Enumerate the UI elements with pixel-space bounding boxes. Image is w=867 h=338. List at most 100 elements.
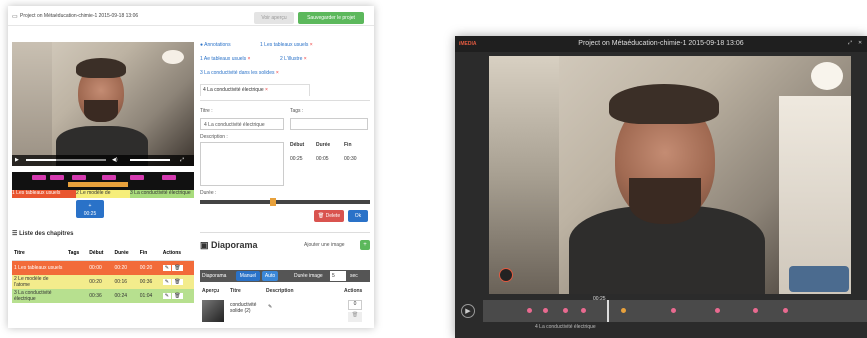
edit-icon[interactable]: ✎ [268, 304, 272, 310]
timeline-marker[interactable] [72, 175, 86, 180]
new-chapter-button[interactable]: +00:25 [76, 200, 104, 218]
window-region [779, 96, 851, 294]
fullscreen-icon[interactable]: ⤢ [180, 157, 184, 163]
preview-button[interactable]: Voir aperçu [254, 12, 294, 24]
col-fin: Fin [139, 250, 148, 256]
duration-label: Durée image [294, 273, 323, 279]
close-icon[interactable]: × [276, 70, 279, 76]
mode-manual-button[interactable]: Manuel [236, 271, 260, 281]
lamp [811, 62, 843, 90]
person-hair [76, 58, 126, 78]
chapter-dot-active[interactable] [621, 308, 626, 313]
row-tags [66, 289, 87, 303]
chair [789, 266, 849, 292]
duree-slider-label: Durée : [200, 190, 217, 196]
edit-icon[interactable]: ✎ [162, 279, 171, 285]
row-tags [66, 261, 87, 276]
col-description: Description [266, 288, 294, 294]
player-title: Project on Métaéducation-chimie-1 2015-0… [578, 40, 744, 47]
table-row[interactable]: 2 Le modèle de l'atome 00:20 00:16 00:36… [12, 275, 194, 289]
title-input[interactable]: 4 La conductivité électrique [200, 118, 284, 130]
chapter-band-2[interactable]: 2 Le modèle de [76, 190, 130, 198]
player-timeline-area: ▶ 00:25 4 La conductivité électrique [455, 296, 867, 338]
chapter-band-3[interactable]: 3 La conductivité électrique [130, 190, 194, 198]
seek-bar[interactable] [26, 159, 106, 161]
chapter-dot[interactable] [753, 308, 758, 313]
slide-remove-button[interactable]: 🗑 [348, 312, 362, 322]
chapter-dot[interactable] [783, 308, 788, 313]
ok-button[interactable]: Ok [348, 210, 368, 222]
chapter-dot[interactable] [715, 308, 720, 313]
timeline-marker[interactable] [50, 175, 64, 180]
timeline-marker[interactable] [162, 175, 176, 180]
chapter-timeline[interactable] [12, 172, 194, 190]
volume-slider[interactable] [130, 159, 170, 161]
chapter-band-1[interactable]: 1 Les tableaux usuels [12, 190, 76, 198]
tags-label: Tags : [290, 108, 304, 114]
list-icon: ☰ [12, 231, 18, 237]
edit-icon[interactable]: ✎ [162, 293, 171, 299]
tab-chapter-1b[interactable]: 1 Ae tableaux usuels × [200, 56, 250, 62]
timeline-marker[interactable] [102, 175, 116, 180]
close-icon[interactable]: × [310, 42, 313, 48]
row-duree: 00:20 [114, 265, 128, 271]
col-duree: Durée [114, 250, 129, 256]
close-icon[interactable]: × [248, 56, 251, 62]
description-label: Description : [200, 134, 228, 140]
table-row[interactable]: 3 La conductivité électrique 00:36 00:24… [12, 289, 194, 303]
volume-icon[interactable]: ◀) [112, 157, 118, 163]
playhead[interactable] [607, 300, 609, 322]
wall-region [489, 56, 559, 294]
delete-button[interactable]: 🗑 Delete [314, 210, 344, 222]
video-preview[interactable]: ▶ ◀) ⤢ [12, 42, 194, 166]
tab-chapter-3[interactable]: 3 La conductivité dans les solides × [200, 70, 279, 76]
player-video[interactable] [489, 56, 851, 294]
tab-diaporama[interactable]: Diaporama [202, 273, 226, 279]
duration-slider[interactable] [200, 198, 370, 206]
play-icon[interactable]: ▶ [461, 304, 475, 318]
timeline-marker[interactable] [130, 175, 144, 180]
chapter-dot[interactable] [543, 308, 548, 313]
chapter-dot[interactable] [563, 308, 568, 313]
divider [200, 100, 370, 101]
chapter-dot[interactable] [527, 308, 532, 313]
chapter-list: ☰ Liste des chapitres Titre Tags Début D… [12, 230, 194, 326]
divider [200, 232, 370, 233]
tab-annotations[interactable]: ● Annotations [200, 42, 231, 48]
slide-thumbnail[interactable] [202, 300, 224, 322]
close-icon[interactable]: ✕ [858, 40, 862, 46]
tab-chapter-1[interactable]: 1 Les tableaux usuels × [260, 42, 313, 48]
tags-input[interactable] [290, 118, 368, 130]
slide-order-input[interactable]: 0 [348, 300, 362, 310]
record-icon[interactable] [499, 268, 513, 282]
close-icon[interactable]: × [304, 56, 307, 62]
timeline-segment[interactable] [68, 182, 128, 187]
timeline-track[interactable] [483, 300, 867, 322]
slider-handle[interactable] [270, 198, 276, 206]
duration-input[interactable]: 5 [330, 271, 346, 281]
description-textarea[interactable] [200, 142, 284, 186]
row-title: 1 Les tableaux usuels [14, 265, 63, 271]
chapter-dot[interactable] [671, 308, 676, 313]
play-icon[interactable]: ▶ [15, 157, 19, 163]
lamp [162, 50, 184, 64]
tab-chapter-2[interactable]: 2 L'illustre × [280, 56, 307, 62]
row-title: 2 Le modèle de l'atome [14, 276, 49, 288]
project-title: Project on Métaéducation-chimie-1 2015-0… [20, 13, 139, 19]
trash-icon[interactable]: 🗑 [172, 265, 183, 271]
row-duree: 00:16 [114, 279, 128, 285]
timeline-marker[interactable] [32, 175, 46, 180]
chapter-dot[interactable] [581, 308, 586, 313]
tab-chapter-4[interactable]: 4 La conductivité électrique × [200, 84, 310, 96]
trash-icon[interactable]: 🗑 [172, 293, 183, 299]
save-project-button[interactable]: Sauvegarder le projet [298, 12, 364, 24]
player-window: iMEDIA Project on Métaéducation-chimie-1… [455, 36, 867, 338]
fullscreen-icon[interactable]: ⤢ [848, 40, 852, 46]
table-row[interactable]: 1 Les tableaux usuels 00:00 00:20 00:20 … [12, 260, 194, 276]
add-image-button[interactable]: + [360, 240, 370, 250]
chapter-list-heading: ☰ Liste des chapitres [12, 231, 74, 237]
mode-auto-button[interactable]: Auto [262, 271, 278, 281]
close-icon[interactable]: × [265, 87, 268, 93]
trash-icon[interactable]: 🗑 [172, 279, 183, 285]
edit-icon[interactable]: ✎ [162, 265, 171, 271]
